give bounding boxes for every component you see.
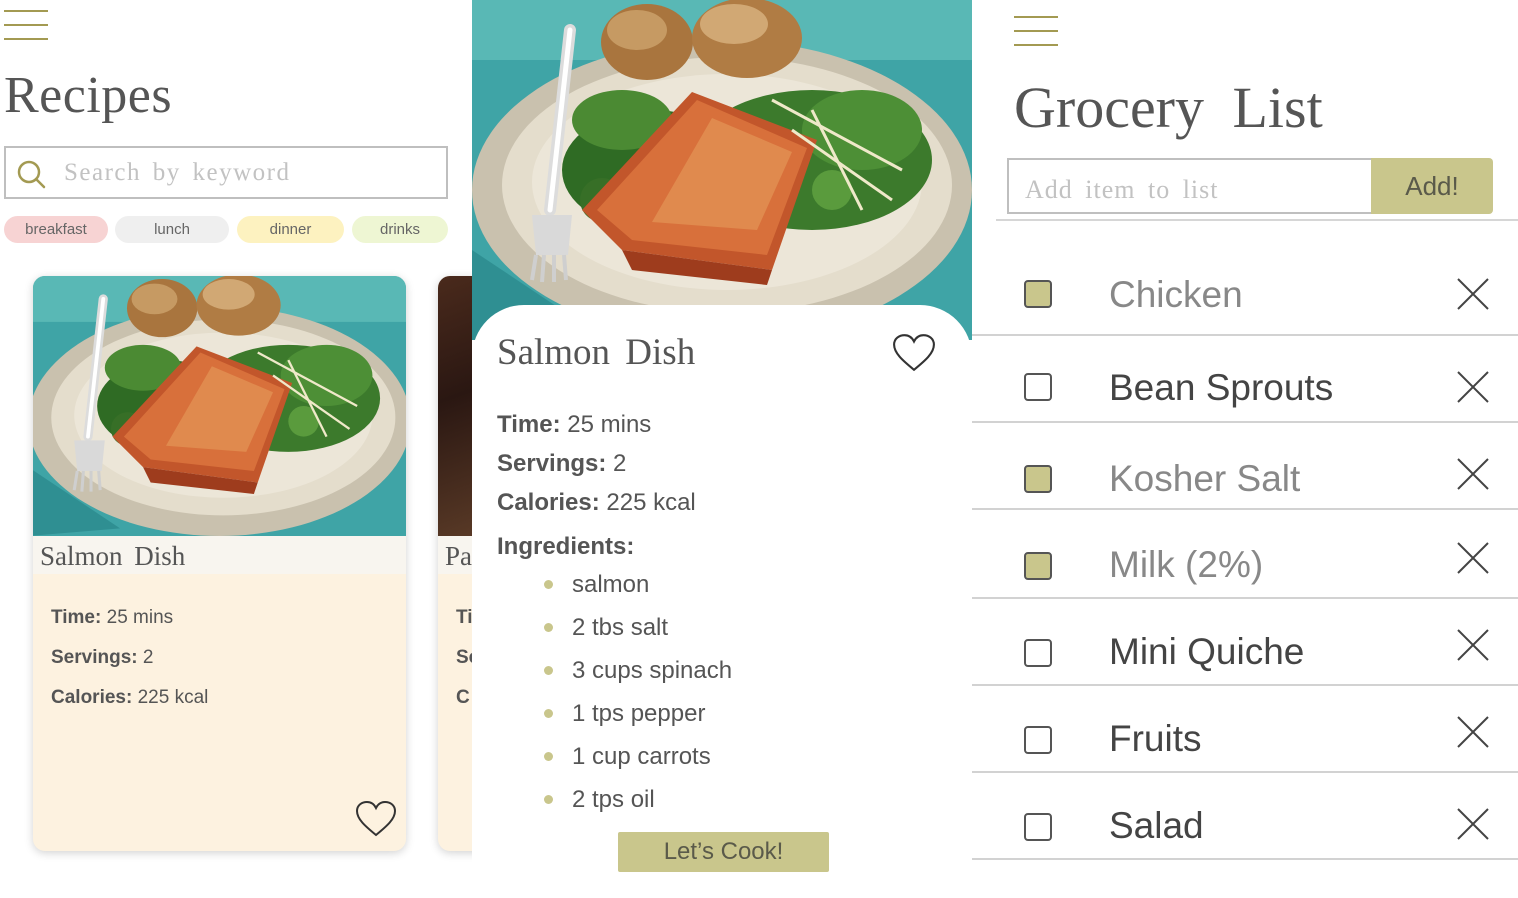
grocery-item: Fruits [972,686,1518,773]
close-icon[interactable] [1456,628,1490,662]
close-icon[interactable] [1456,715,1490,749]
calories-value: 225 kcal [606,489,696,516]
ingredients-list: salmon 2 tbs salt 3 cups spinach 1 tps p… [542,570,732,828]
add-item-bar: Add! [1007,158,1493,214]
recipe-card-time: Time: 25 mins [51,607,173,629]
time-value: 25 mins [567,411,652,438]
grocery-item: Salad [972,773,1518,860]
grocery-item: Bean Sprouts [972,336,1518,423]
recipe-card-line: Se [456,647,472,668]
close-icon[interactable] [1456,370,1490,404]
menu-icon[interactable] [4,4,48,40]
heart-outline-icon[interactable] [892,333,936,373]
heart-outline-icon[interactable] [355,800,397,838]
recipe-card-title: Salmon Dish [40,541,186,571]
recipe-card-line: Ti [456,607,472,628]
close-icon[interactable] [1456,457,1490,491]
time-label: Time: [497,411,561,438]
search-icon [17,160,46,189]
ingredients-label: Ingredients: [497,533,635,560]
recipe-detail-sheet: Salmon Dish Time: 25 mins Servings: 2 Ca… [472,305,972,898]
page-title: Grocery List [1014,75,1323,140]
recipe-card-line: C [456,687,470,708]
ingredient-item: 2 tbs salt [542,613,732,656]
ingredient-item: 3 cups spinach [542,656,732,699]
menu-icon[interactable] [1014,10,1058,46]
time-value: 25 mins [106,607,174,628]
lets-cook-button[interactable]: Let’s Cook! [618,832,829,872]
detail-servings: Servings: 2 [497,450,626,478]
recipe-card[interactable]: Salmon Dish Time: 25 mins Servings: 2 Ca… [33,276,406,851]
servings-label: Servings: [51,647,138,668]
grocery-item: Chicken [972,249,1518,336]
item-label: Fruits [1109,718,1202,759]
item-label: Salad [1109,805,1204,846]
item-label: Bean Sprouts [1109,367,1334,408]
item-checkbox[interactable] [1024,280,1052,308]
salmon-dish-photo [33,276,406,536]
grocery-item: Kosher Salt [972,423,1518,510]
item-checkbox[interactable] [1024,552,1052,580]
ingredient-item: salmon [542,570,732,613]
time-label: Time: [51,607,102,628]
item-checkbox[interactable] [1024,373,1052,401]
category-chip-lunch[interactable]: lunch [115,216,229,243]
calories-label: Calories: [51,687,133,708]
add-item-input[interactable] [1007,158,1373,214]
calories-value: 225 kcal [137,687,209,708]
item-label: Milk (2%) [1109,544,1264,585]
category-chip-drinks[interactable]: drinks [352,216,448,243]
ingredients-heading: Ingredients: [497,533,634,561]
item-checkbox[interactable] [1024,813,1052,841]
recipe-card-partial[interactable]: Pa Ti Se C [438,276,472,851]
item-checkbox[interactable] [1024,726,1052,754]
page-title: Recipes [4,67,173,124]
item-label: Chicken [1109,274,1243,315]
close-icon[interactable] [1456,807,1490,841]
grocery-item: Mini Quiche [972,599,1518,686]
recipe-photo [438,276,472,536]
ingredient-item: 1 cup carrots [542,742,732,785]
recipe-detail-screen: Salmon Dish Time: 25 mins Servings: 2 Ca… [472,0,972,898]
recipe-card-servings: Servings: 2 [51,647,153,669]
servings-value: 2 [613,450,627,477]
item-label: Kosher Salt [1109,458,1301,499]
detail-calories: Calories: 225 kcal [497,489,696,517]
servings-value: 2 [142,647,154,668]
recipes-screen: Recipes breakfast lunch dinner drinks Sa… [0,0,472,898]
servings-label: Servings: [497,450,607,477]
ingredient-item: 2 tps oil [542,785,732,828]
recipe-card-name-bar: Salmon Dish [33,536,406,574]
calories-label: Calories: [497,489,600,516]
category-chip-dinner[interactable]: dinner [237,216,344,243]
recipe-card-calories: Calories: 225 kcal [51,687,208,709]
item-label: Mini Quiche [1109,631,1305,672]
grocery-item: Milk (2%) [972,512,1518,599]
grocery-list-screen: Grocery List Add! Chicken Bean Sprouts K… [972,0,1518,898]
recipe-card-title: Pa [445,541,472,571]
detail-time: Time: 25 mins [497,411,651,439]
search-input[interactable] [64,156,434,190]
category-chip-breakfast[interactable]: breakfast [4,216,108,243]
recipe-title: Salmon Dish [497,332,696,373]
search-bar[interactable] [4,146,448,199]
item-checkbox[interactable] [1024,465,1052,493]
recipe-card-name-bar: Pa [438,536,472,574]
salmon-dish-photo [472,0,972,340]
ingredient-item: 1 tps pepper [542,699,732,742]
item-checkbox[interactable] [1024,639,1052,667]
add-button[interactable]: Add! [1371,158,1493,214]
close-icon[interactable] [1456,541,1490,575]
close-icon[interactable] [1456,277,1490,311]
divider [996,219,1518,221]
